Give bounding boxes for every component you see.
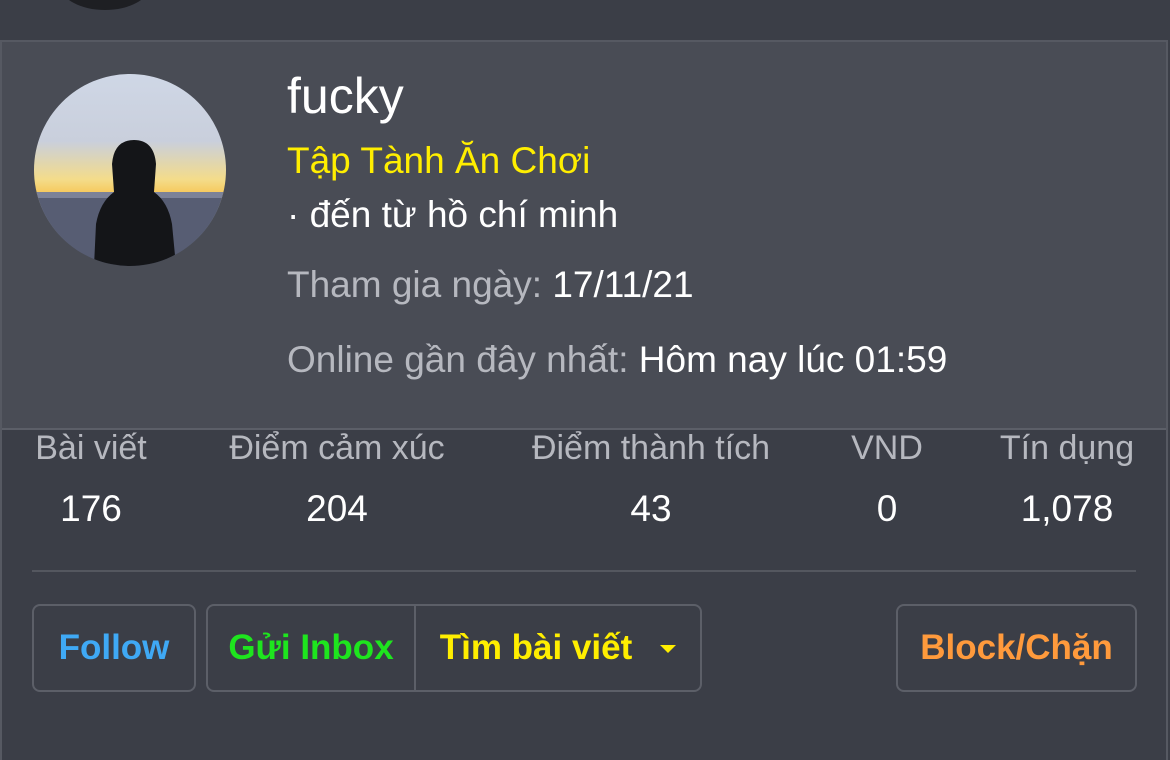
stat-value: 43 [630, 488, 672, 529]
joined-label: Tham gia ngày: [287, 264, 543, 305]
find-posts-button[interactable]: Tìm bài viết [416, 606, 700, 690]
stat-label: Bài viết [35, 429, 147, 467]
stat-vnd: VND 0 [848, 426, 926, 532]
user-location: · đến từ hồ chí minh [287, 194, 619, 235]
action-button-group: Gửi Inbox Tìm bài viết [206, 604, 702, 692]
joined-value: 17/11/21 [552, 264, 694, 305]
send-inbox-button[interactable]: Gửi Inbox [208, 606, 416, 690]
stat-label: VND [851, 429, 923, 467]
last-online-value: Hôm nay lúc 01:59 [638, 339, 948, 380]
follow-button[interactable]: Follow [32, 604, 196, 692]
last-online-label: Online gần đây nhất: [287, 339, 629, 380]
stat-credit: Tín dụng 1,078 [994, 426, 1140, 532]
joined-row: Tham gia ngày: 17/11/21 [287, 262, 694, 308]
trigger-avatar-edge[interactable] [60, 0, 150, 10]
stat-label: Điểm thành tích [531, 429, 771, 467]
stat-value: 204 [306, 488, 368, 529]
last-online-row: Online gần đây nhất: Hôm nay lúc 01:59 [287, 337, 947, 383]
block-button[interactable]: Block/Chặn [896, 604, 1137, 692]
caret-down-icon [660, 645, 677, 653]
stat-trophy-points[interactable]: Điểm thành tích 43 [522, 426, 780, 532]
find-posts-label: Tìm bài viết [439, 628, 633, 667]
stat-reactions: Điểm cảm xúc 204 [220, 426, 454, 532]
hooded-figure-avatar-icon [34, 74, 226, 266]
stat-value: 0 [876, 488, 898, 529]
user-title: Tập Tành Ăn Chơi [287, 140, 591, 181]
username[interactable]: fucky [287, 66, 404, 126]
stat-label: Tín dụng [999, 429, 1135, 467]
stat-label: Điểm cảm xúc [229, 429, 445, 467]
member-card-header: fucky Tập Tành Ăn Chơi · đến từ hồ chí m… [2, 42, 1166, 430]
stat-value: 1,078 [1020, 488, 1114, 529]
member-tooltip-page: fucky Tập Tành Ăn Chơi · đến từ hồ chí m… [0, 0, 1170, 760]
stat-posts[interactable]: Bài viết 176 [32, 426, 150, 532]
avatar[interactable] [34, 74, 226, 266]
divider [32, 570, 1136, 572]
top-strip [0, 0, 1170, 42]
stat-value: 176 [60, 488, 122, 529]
